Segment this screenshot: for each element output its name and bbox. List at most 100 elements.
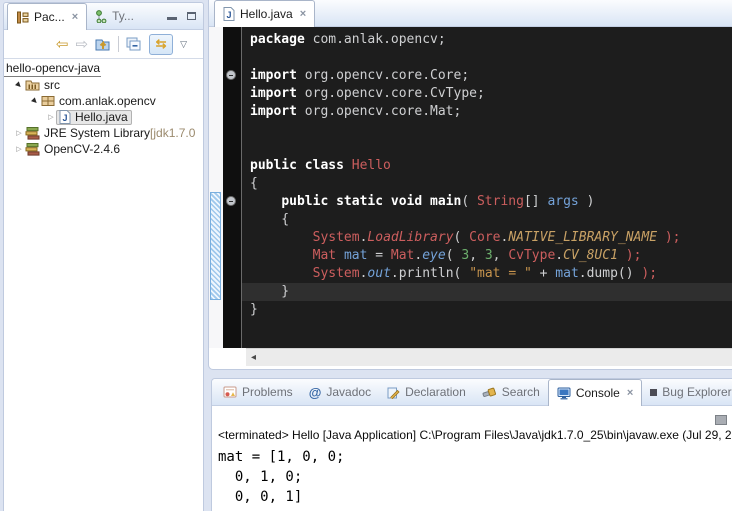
tab-label: Bug Explorer [662, 385, 731, 399]
code-line: import org.opencv.core.Core; [242, 67, 732, 85]
tree-entry[interactable]: JRE System Library [jdk1.7.0 [24, 126, 195, 140]
forward-icon[interactable]: ⇨ [76, 37, 89, 52]
close-icon[interactable]: × [72, 11, 78, 23]
tree-item-suffix: [jdk1.7.0 [150, 126, 195, 140]
up-icon[interactable] [95, 37, 111, 52]
editor-panel: J Hello.java × package com.anlak.opencv;… [208, 0, 732, 370]
annotation-ruler[interactable] [209, 27, 223, 348]
tab-javadoc[interactable]: @Javadoc [301, 379, 379, 405]
terminate-icon[interactable] [715, 415, 727, 425]
tab-bug-explorer[interactable]: Bug Explorer [642, 379, 732, 405]
src-folder-icon [25, 79, 40, 91]
view-menu-icon[interactable]: ▽ [180, 39, 187, 50]
java-file-icon: J [223, 7, 235, 21]
view-tab-label: Pac... [34, 10, 65, 24]
tab-declaration[interactable]: Declaration [379, 379, 474, 405]
tab-hello-java[interactable]: J Hello.java × [214, 0, 315, 27]
java-file-icon: J [59, 110, 71, 124]
folding-ruler[interactable] [223, 27, 241, 348]
tree-item-project-root[interactable]: hello-opencv-java [4, 61, 203, 77]
console-icon [557, 387, 571, 400]
search-icon [482, 386, 497, 399]
tree-entry[interactable]: OpenCV-2.4.6 [24, 142, 120, 156]
console-output: mat = [1, 0, 0; 0, 1, 0; 0, 0, 1] [218, 447, 732, 507]
code-line: { [242, 211, 732, 229]
library-icon [25, 127, 40, 140]
toolbar-separator [118, 36, 119, 52]
console-output-line: mat = [1, 0, 0; [218, 447, 732, 467]
code-line: System.out.println( "mat = " + mat.dump(… [242, 265, 732, 283]
tab-search[interactable]: Search [474, 379, 548, 405]
project-root-label: hello-opencv-java [4, 61, 101, 77]
code-area[interactable]: package com.anlak.opencv; import org.open… [241, 27, 732, 348]
code-line-current: } [242, 283, 732, 301]
package-explorer-panel: Pac... × Ty... ⇦ ⇨ ⇆ ▽ hello-opencv-java▶s… [3, 2, 204, 511]
code-line: System.LoadLibrary( Core.NATIVE_LIBRARY_… [242, 229, 732, 247]
tab-label: Search [502, 385, 540, 399]
tab-label: Console [576, 386, 620, 400]
maximize-icon[interactable] [187, 12, 196, 20]
tree-entry[interactable]: src [24, 78, 60, 92]
editor-tab-label: Hello.java [240, 7, 293, 21]
editor-horizontal-scrollbar[interactable]: ◂ [246, 348, 732, 366]
eclipse-window: Pac... × Ty... ⇦ ⇨ ⇆ ▽ hello-opencv-java▶s… [0, 0, 732, 511]
svg-text:J: J [63, 113, 68, 123]
code-line [242, 49, 732, 67]
close-icon[interactable]: × [300, 8, 306, 20]
tree-item-jre-system-library[interactable]: ▷JRE System Library [jdk1.7.0 [4, 125, 203, 141]
tab-label: Declaration [405, 385, 466, 399]
link-with-editor-icon[interactable]: ⇆ [149, 34, 173, 55]
fold-collapse-icon[interactable] [226, 70, 236, 80]
console-panel: Problems @Javadoc Declaration Search Console… [211, 378, 732, 511]
code-line: } [242, 301, 732, 319]
console-output-line: 0, 0, 1] [218, 487, 732, 507]
problems-icon [223, 386, 237, 398]
tab-console[interactable]: Console × [548, 379, 642, 406]
fold-collapse-icon[interactable] [226, 196, 236, 206]
code-line: Mat mat = Mat.eye( 3, 3, CvType.CV_8UC1 … [242, 247, 732, 265]
tree-item-opencv-2-4-6[interactable]: ▷ OpenCV-2.4.6 [4, 141, 203, 157]
minimize-icon[interactable] [167, 17, 177, 20]
package-explorer-toolbar: ⇦ ⇨ ⇆ ▽ [4, 30, 203, 59]
tree-item-label: Hello.java [75, 110, 128, 124]
code-line: import org.opencv.core.Mat; [242, 103, 732, 121]
editor-tabstrip: J Hello.java × [209, 0, 732, 27]
expand-arrow-icon[interactable]: ▷ [14, 145, 24, 153]
tree-item-label: com.anlak.opencv [59, 94, 156, 108]
editor-body: package com.anlak.opencv; import org.open… [209, 27, 732, 348]
range-indicator [210, 192, 221, 300]
console-tabstrip: Problems @Javadoc Declaration Search Console… [212, 379, 732, 406]
back-icon[interactable]: ⇦ [56, 37, 69, 52]
view-tab-ty[interactable]: Ty... [87, 3, 142, 29]
selected-tree-entry[interactable]: J Hello.java [56, 110, 132, 125]
tree-item-label: JRE System Library [44, 126, 150, 140]
bug-icon [650, 389, 657, 396]
svg-text:J: J [227, 10, 232, 20]
tree-item-src[interactable]: ▶src [4, 77, 203, 93]
package-explorer-tabstrip: Pac... × Ty... [4, 3, 203, 30]
code-line: public static void main( String[] args ) [242, 193, 732, 211]
tab-problems[interactable]: Problems [215, 379, 301, 405]
library-icon [25, 143, 40, 156]
console-status-line: <terminated> Hello [Java Application] C:… [218, 428, 732, 442]
package-icon [41, 95, 55, 107]
collapse-all-icon[interactable] [126, 37, 142, 51]
declaration-icon [387, 386, 400, 399]
code-line: package com.anlak.opencv; [242, 31, 732, 49]
view-tab-pac[interactable]: Pac... × [7, 3, 87, 30]
close-icon[interactable]: × [627, 387, 633, 399]
type-hierarchy-icon [95, 10, 107, 23]
tree-item-label: OpenCV-2.4.6 [44, 142, 120, 156]
tree-item-com-anlak-opencv[interactable]: ▶com.anlak.opencv [4, 93, 203, 109]
console-output-line: 0, 1, 0; [218, 467, 732, 487]
view-tab-label: Ty... [112, 9, 134, 23]
code-line [242, 139, 732, 157]
expand-arrow-icon[interactable]: ▷ [14, 129, 24, 137]
tab-label: Problems [242, 385, 293, 399]
scroll-left-icon[interactable]: ◂ [246, 352, 256, 363]
code-line: import org.opencv.core.CvType; [242, 85, 732, 103]
tree-entry[interactable]: com.anlak.opencv [40, 94, 156, 108]
tree-item-hello-java[interactable]: ▷ J Hello.java [4, 109, 203, 125]
package-explorer-icon [16, 11, 29, 24]
expand-arrow-icon[interactable]: ▷ [46, 113, 56, 121]
